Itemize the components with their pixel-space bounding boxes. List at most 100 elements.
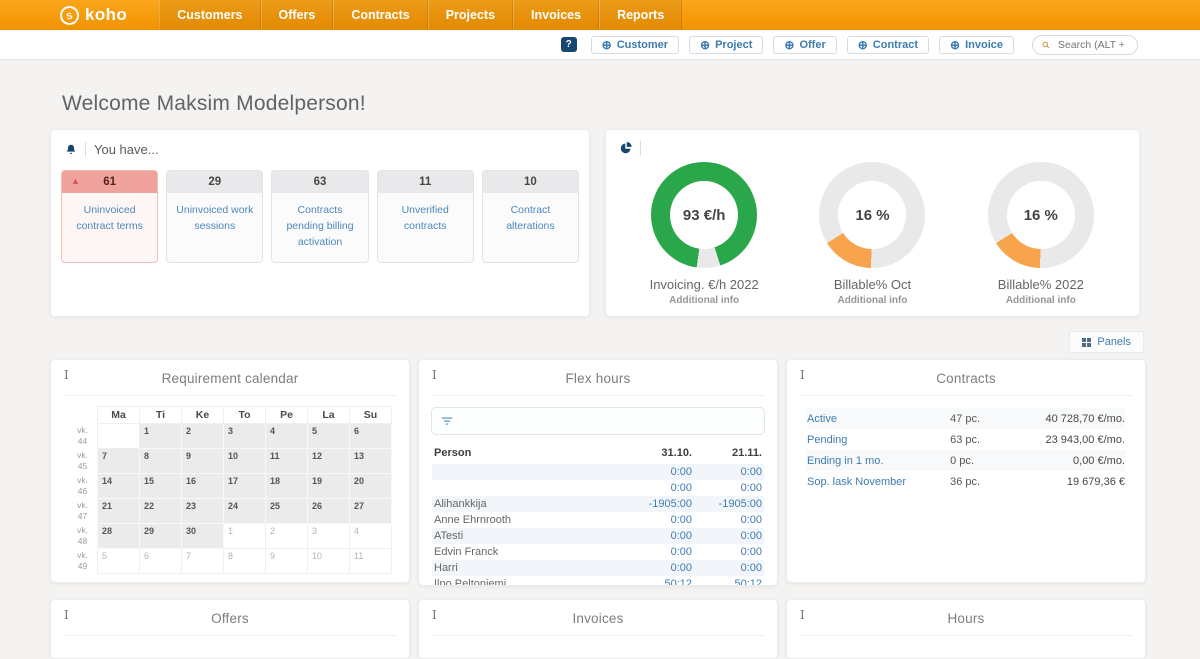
- panel-title: Flex hours: [419, 371, 777, 386]
- flex-value-2[interactable]: 0:00: [694, 512, 764, 528]
- nav-item-reports[interactable]: Reports: [599, 0, 682, 30]
- calendar-week-row: vk.49567891011: [68, 549, 392, 574]
- nav-item-projects[interactable]: Projects: [428, 0, 513, 30]
- flex-value-1[interactable]: 0:00: [624, 560, 694, 576]
- stat-label: Uninvoiced work sessions: [167, 193, 262, 247]
- contract-link-ending-in-1-mo[interactable]: Ending in 1 mo.: [807, 450, 950, 471]
- donut-ring[interactable]: 93 €/h: [651, 162, 757, 268]
- drag-handle-icon[interactable]: I: [800, 368, 805, 382]
- additional-info-link[interactable]: Additional info: [792, 295, 952, 306]
- calendar-day-13: 13: [350, 449, 392, 474]
- add-offer-label: Offer: [799, 39, 825, 51]
- flex-value-1[interactable]: 0:00: [624, 464, 694, 480]
- add-contract-button[interactable]: ⊕Contract: [847, 36, 929, 54]
- additional-info-link[interactable]: Additional info: [961, 295, 1121, 306]
- add-offer-button[interactable]: ⊕Offer: [773, 36, 836, 54]
- drag-handle-icon[interactable]: I: [64, 608, 69, 622]
- panel-title: Requirement calendar: [51, 371, 409, 386]
- contract-link-sop-lask-november[interactable]: Sop. lask November: [807, 471, 950, 492]
- contract-count: 0 pc.: [950, 450, 1014, 471]
- panels-button[interactable]: Panels: [1069, 331, 1144, 353]
- contracts-panel: I Contracts Active47 pc.40 728,70 €/mo.P…: [786, 359, 1146, 583]
- you-have-panel: You have... 61▲Uninvoiced contract terms…: [50, 129, 590, 317]
- add-customer-button[interactable]: ⊕Customer: [591, 36, 679, 54]
- flex-value-2[interactable]: 0:00: [694, 528, 764, 544]
- flex-value-2[interactable]: 50:12: [694, 576, 764, 586]
- donut-center-value: 16 %: [819, 162, 925, 268]
- drag-handle-icon[interactable]: I: [64, 368, 69, 382]
- add-customer-label: Customer: [617, 39, 668, 51]
- brand-name: koho: [85, 5, 127, 25]
- donut-ring[interactable]: 16 %: [988, 162, 1094, 268]
- divider: [63, 635, 397, 636]
- flex-hours-table: Person 31.10. 21.11. 0:000:000:000:00Ali…: [432, 444, 764, 586]
- calendar-week-row: vk.44123456: [68, 424, 392, 449]
- stat-label: Contracts pending billing activation: [272, 193, 367, 262]
- contract-count: 63 pc.: [950, 429, 1014, 450]
- offers-panel: IOffers: [50, 599, 410, 659]
- person-name: Edvin Franck: [432, 544, 624, 560]
- requirement-calendar: MaTiKeToPeLaSuvk.44123456vk.457891011121…: [68, 406, 392, 574]
- weekday-su: Su: [350, 407, 392, 424]
- stat-uninvoiced-contract-terms[interactable]: 61▲Uninvoiced contract terms: [61, 170, 158, 263]
- flex-value-1[interactable]: -1905:00: [624, 496, 694, 512]
- flex-value-1[interactable]: 0:00: [624, 544, 694, 560]
- calendar-corner: [68, 407, 98, 424]
- panels-button-label: Panels: [1097, 336, 1131, 348]
- weekday-ti: Ti: [140, 407, 182, 424]
- flex-value-2[interactable]: 0:00: [694, 480, 764, 496]
- donut-ring[interactable]: 16 %: [819, 162, 925, 268]
- contract-count: 47 pc.: [950, 408, 1014, 429]
- search-box[interactable]: [1032, 35, 1138, 55]
- stat-uninvoiced-work-sessions[interactable]: 29Uninvoiced work sessions: [166, 170, 263, 263]
- nav-item-contracts[interactable]: Contracts: [333, 0, 427, 30]
- nav-item-invoices[interactable]: Invoices: [513, 0, 599, 30]
- flex-hours-row: 0:000:00: [432, 464, 764, 480]
- flex-value-2[interactable]: 0:00: [694, 464, 764, 480]
- koho-logo[interactable]: S koho: [0, 0, 127, 30]
- additional-info-link[interactable]: Additional info: [624, 295, 784, 306]
- donut-charts-row: 93 €/hInvoicing. €/h 2022Additional info…: [620, 156, 1125, 306]
- flex-value-1[interactable]: 50:12: [624, 576, 694, 586]
- secondary-toolbar: ? ⊕Customer⊕Project⊕Offer⊕Contract⊕Invoi…: [0, 30, 1200, 60]
- flex-hours-filter[interactable]: [431, 407, 765, 435]
- drag-handle-icon[interactable]: I: [432, 368, 437, 382]
- calendar-day-3: 3: [308, 524, 350, 549]
- contract-link-pending[interactable]: Pending: [807, 429, 950, 450]
- nav-item-offers[interactable]: Offers: [261, 0, 334, 30]
- stat-contracts-pending-billing-activation[interactable]: 63Contracts pending billing activation: [271, 170, 368, 263]
- week-label: vk.46: [68, 474, 98, 499]
- stat-unverified-contracts[interactable]: 11Unverified contracts: [377, 170, 474, 263]
- flex-value-1[interactable]: 0:00: [624, 480, 694, 496]
- contract-link-active[interactable]: Active: [807, 408, 950, 429]
- contracts-row: Sop. lask November36 pc.19 679,36 €: [807, 471, 1125, 492]
- you-have-title: You have...: [94, 142, 159, 157]
- search-input[interactable]: [1056, 38, 1128, 52]
- calendar-day-7: 7: [182, 549, 224, 574]
- pie-chart-icon: [620, 142, 632, 154]
- main-nav-items: CustomersOffersContractsProjectsInvoices…: [159, 0, 682, 30]
- stat-contract-alterations[interactable]: 10Contract alterations: [482, 170, 579, 263]
- help-button[interactable]: ?: [561, 37, 577, 52]
- person-name: ATesti: [432, 528, 624, 544]
- flex-value-2[interactable]: 0:00: [694, 544, 764, 560]
- flex-value-1[interactable]: 0:00: [624, 528, 694, 544]
- contracts-row: Ending in 1 mo.0 pc.0,00 €/mo.: [807, 450, 1125, 471]
- warning-triangle-icon: ▲: [71, 176, 80, 186]
- contracts-table: Active47 pc.40 728,70 €/mo.Pending63 pc.…: [807, 408, 1125, 492]
- calendar-day-8: 8: [140, 449, 182, 474]
- flex-value-1[interactable]: 0:00: [624, 512, 694, 528]
- drag-handle-icon[interactable]: I: [800, 608, 805, 622]
- add-invoice-button[interactable]: ⊕Invoice: [939, 36, 1014, 54]
- nav-item-customers[interactable]: Customers: [159, 0, 260, 30]
- filter-icon: [441, 416, 453, 427]
- circled-plus-icon: ⊕: [700, 39, 710, 51]
- flex-value-2[interactable]: 0:00: [694, 560, 764, 576]
- add-project-button[interactable]: ⊕Project: [689, 36, 763, 54]
- flex-value-2[interactable]: -1905:00: [694, 496, 764, 512]
- stat-label: Uninvoiced contract terms: [62, 193, 157, 247]
- stat-value: 11: [378, 171, 473, 193]
- drag-handle-icon[interactable]: I: [432, 608, 437, 622]
- stat-label: Contract alterations: [483, 193, 578, 247]
- divider: [799, 635, 1133, 636]
